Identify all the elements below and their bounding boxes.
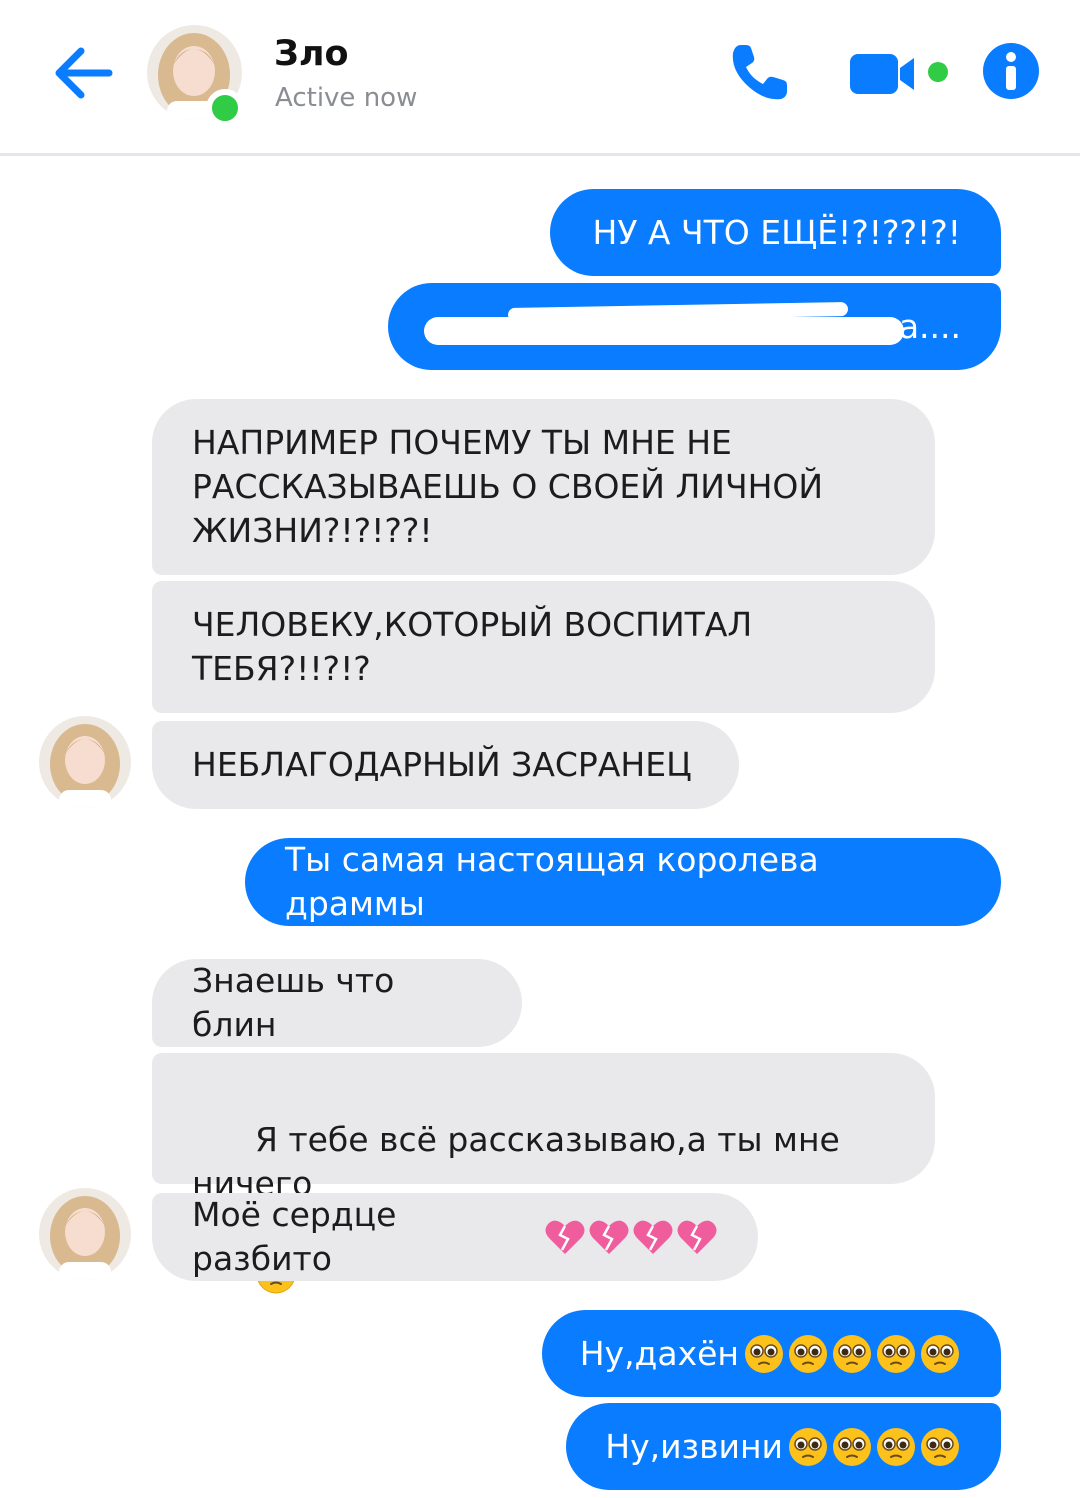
pleading-face-icon bbox=[789, 1427, 827, 1466]
video-call-button[interactable] bbox=[846, 46, 956, 102]
emoji-group bbox=[743, 1333, 961, 1375]
message-text: ЧЕЛОВЕКУ,КОТОРЫЙ ВОСПИТАЛ ТЕБЯ?!!?!? bbox=[192, 605, 753, 688]
message-text: НУ А ЧТО ЕЩЁ!?!??!?! bbox=[592, 212, 962, 252]
back-button[interactable] bbox=[50, 40, 116, 106]
message-text: Я тебе всё рассказываю,а ты мне ничего bbox=[192, 1120, 851, 1203]
sender-avatar[interactable] bbox=[39, 1188, 131, 1280]
message-text: Моё сердце разбито bbox=[192, 1195, 407, 1278]
message-bubble-outgoing[interactable]: Ну,извини bbox=[566, 1403, 1001, 1490]
message-text: Ну,извини bbox=[605, 1426, 783, 1466]
pleading-face-icon bbox=[745, 1334, 783, 1373]
sender-avatar[interactable] bbox=[39, 716, 131, 808]
broken-heart-icon bbox=[633, 1220, 673, 1254]
message-bubble-incoming[interactable]: Знаешь что блин bbox=[152, 959, 522, 1047]
message-bubble-outgoing[interactable]: Ты самая настоящая королева драммы bbox=[245, 838, 1001, 926]
online-status-dot bbox=[206, 89, 244, 127]
message-bubble-incoming[interactable]: НЕБЛАГОДАРНЫЙ ЗАСРАНЕЦ bbox=[152, 721, 739, 809]
message-bubble-incoming[interactable]: ЧЕЛОВЕКУ,КОТОРЫЙ ВОСПИТАЛ ТЕБЯ?!!?!? bbox=[152, 581, 935, 713]
pleading-face-icon bbox=[789, 1334, 827, 1373]
redaction-mark bbox=[424, 317, 904, 345]
message-bubble-outgoing[interactable]: Ну,дахён bbox=[542, 1310, 1001, 1397]
info-icon bbox=[983, 43, 1039, 99]
message-list[interactable]: НУ А ЧТО ЕЩЁ!?!??!?! а.... НАПРИМЕР ПОЧЕ… bbox=[0, 160, 1080, 1498]
broken-heart-icon bbox=[545, 1220, 585, 1254]
message-text: Ну,дахён bbox=[579, 1333, 739, 1373]
pleading-face-icon bbox=[833, 1427, 871, 1466]
message-text: Знаешь что блин bbox=[192, 961, 405, 1044]
pleading-face-icon bbox=[877, 1334, 915, 1373]
voice-call-button[interactable] bbox=[724, 38, 794, 108]
message-text: Ты самая настоящая королева драммы bbox=[285, 840, 830, 923]
pleading-face-icon bbox=[877, 1427, 915, 1466]
pleading-face-icon bbox=[921, 1427, 959, 1466]
pleading-face-icon bbox=[833, 1334, 871, 1373]
message-bubble-incoming[interactable]: Я тебе всё рассказываю,а ты мне ничего bbox=[152, 1053, 935, 1293]
contact-name[interactable]: Зло bbox=[274, 34, 349, 74]
conversation-info-button[interactable] bbox=[982, 42, 1040, 100]
arrow-left-icon bbox=[55, 47, 113, 99]
message-bubble-incoming[interactable]: Моё сердце разбито bbox=[152, 1193, 758, 1281]
broken-heart-icon bbox=[589, 1220, 629, 1254]
contact-status: Active now bbox=[275, 83, 418, 113]
emoji-group bbox=[787, 1426, 961, 1468]
message-text: НЕБЛАГОДАРНЫЙ ЗАСРАНЕЦ bbox=[192, 745, 692, 784]
message-text: а.... bbox=[898, 306, 961, 346]
message-bubble-outgoing[interactable]: НУ А ЧТО ЕЩЁ!?!??!?! bbox=[550, 189, 1001, 276]
message-bubble-incoming[interactable]: НАПРИМЕР ПОЧЕМУ ТЫ МНЕ НЕ РАССКАЗЫВАЕШЬ … bbox=[152, 399, 935, 575]
emoji-group bbox=[544, 1218, 718, 1256]
message-text: НАПРИМЕР ПОЧЕМУ ТЫ МНЕ НЕ РАССКАЗЫВАЕШЬ … bbox=[192, 423, 824, 550]
phone-icon bbox=[732, 45, 787, 100]
pleading-face-icon bbox=[921, 1334, 959, 1373]
conversation-header: Зло Active now bbox=[0, 0, 1080, 156]
message-bubble-outgoing[interactable]: а.... bbox=[388, 283, 1001, 370]
broken-heart-icon bbox=[677, 1220, 717, 1254]
video-camera-icon bbox=[850, 54, 948, 94]
